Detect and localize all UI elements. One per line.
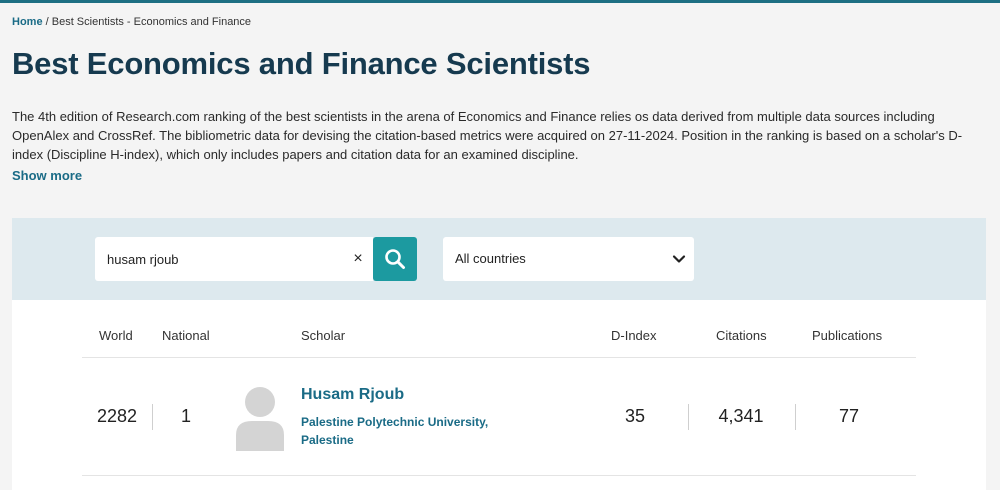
page-description: The 4th edition of Research.com ranking … bbox=[12, 109, 963, 162]
rank-national: 1 bbox=[180, 406, 191, 426]
breadcrumb-current: Best Scientists - Economics and Finance bbox=[51, 16, 252, 28]
top-accent-bar bbox=[0, 0, 1000, 3]
user-avatar-icon bbox=[236, 387, 284, 451]
rank-world: 2282 bbox=[96, 406, 138, 426]
search-button[interactable] bbox=[373, 237, 417, 281]
dindex-value: 35 bbox=[624, 406, 646, 426]
header-divider bbox=[82, 357, 916, 358]
breadcrumb: Home / Best Scientists - Economics and F… bbox=[12, 16, 251, 28]
column-divider bbox=[795, 404, 796, 430]
header-scholar: Scholar bbox=[301, 328, 346, 343]
close-icon[interactable]: × bbox=[351, 251, 365, 267]
breadcrumb-home-link[interactable]: Home bbox=[12, 16, 43, 28]
show-more-link[interactable]: Show more bbox=[12, 168, 82, 183]
breadcrumb-separator: / bbox=[42, 16, 52, 28]
search-panel: × All countries bbox=[12, 218, 986, 300]
column-divider bbox=[152, 404, 153, 430]
header-publications[interactable]: Publications bbox=[812, 328, 882, 343]
search-icon bbox=[385, 249, 405, 269]
scholar-affiliation-link[interactable]: Palestine Polytechnic University, Palest… bbox=[301, 413, 541, 449]
search-box: × bbox=[95, 237, 373, 281]
country-select[interactable]: All countries bbox=[443, 237, 694, 281]
row-divider bbox=[82, 475, 916, 476]
citations-value: 4,341 bbox=[718, 406, 764, 426]
header-citations[interactable]: Citations bbox=[716, 328, 767, 343]
search-input[interactable] bbox=[107, 237, 347, 281]
chevron-down-icon bbox=[672, 255, 686, 263]
scholar-name-link[interactable]: Husam Rjoub bbox=[301, 386, 404, 404]
page-title: Best Economics and Finance Scientists bbox=[12, 46, 591, 81]
header-dindex[interactable]: D-Index bbox=[611, 328, 657, 343]
header-national[interactable]: National bbox=[162, 328, 210, 343]
publications-value: 77 bbox=[838, 406, 860, 426]
header-world[interactable]: World bbox=[99, 328, 133, 343]
column-divider bbox=[688, 404, 689, 430]
country-select-value: All countries bbox=[455, 251, 526, 266]
